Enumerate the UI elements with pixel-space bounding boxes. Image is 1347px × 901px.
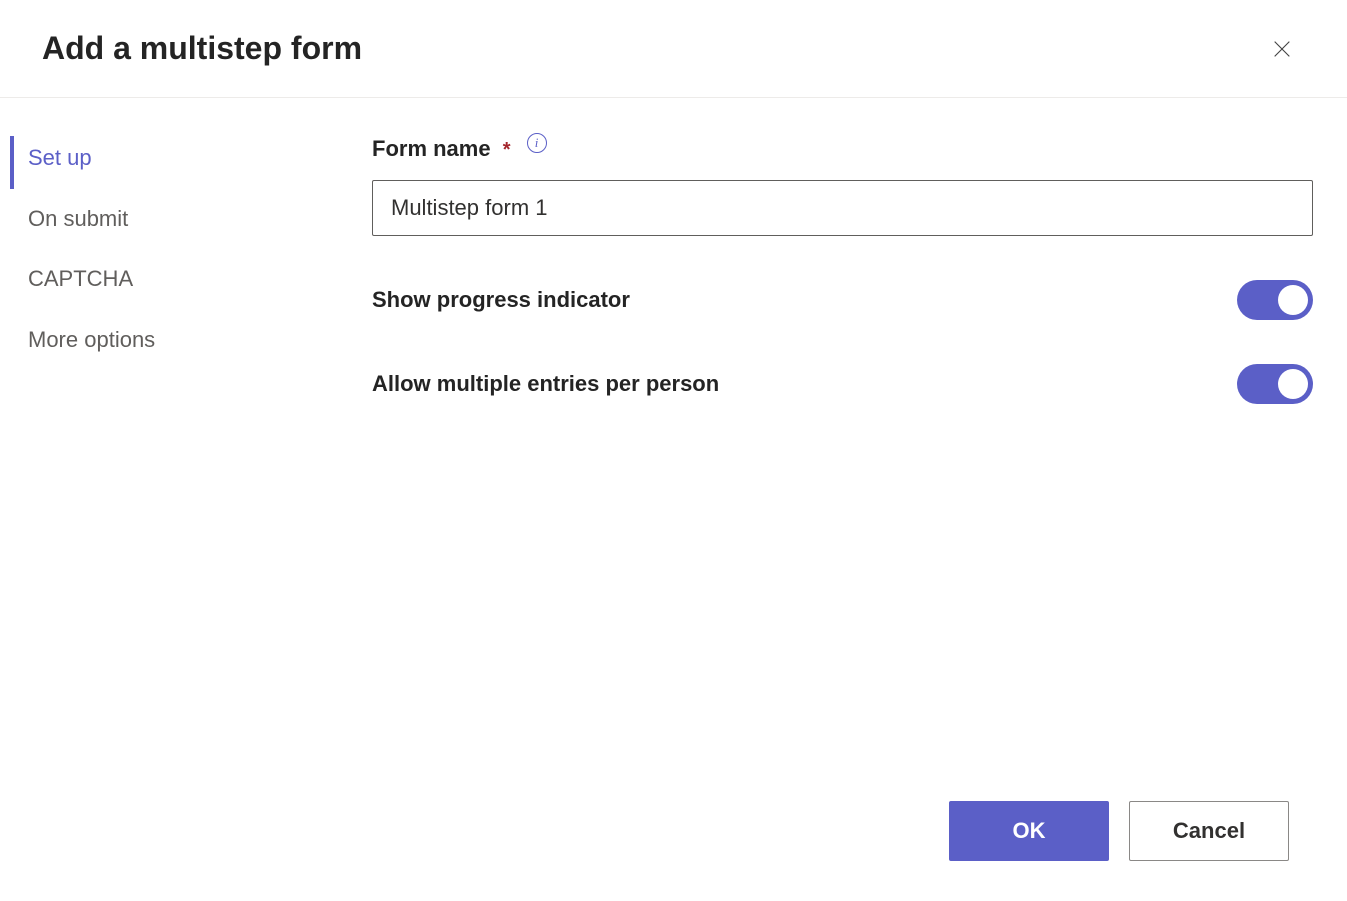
dialog-body: Set up On submit CAPTCHA More options Fo…	[0, 98, 1347, 801]
form-name-input[interactable]	[372, 180, 1313, 236]
form-name-label-row: Form name * i	[372, 136, 1313, 162]
ok-button[interactable]: OK	[949, 801, 1109, 861]
allow-multiple-toggle[interactable]	[1237, 364, 1313, 404]
allow-multiple-label: Allow multiple entries per person	[372, 371, 719, 397]
sidebar-item-label: On submit	[28, 206, 128, 231]
sidebar-item-set-up[interactable]: Set up	[10, 136, 372, 189]
allow-multiple-row: Allow multiple entries per person	[372, 364, 1313, 404]
show-progress-toggle[interactable]	[1237, 280, 1313, 320]
add-multistep-form-dialog: Add a multistep form Set up On submit CA…	[0, 0, 1347, 901]
dialog-title: Add a multistep form	[42, 30, 362, 67]
info-icon[interactable]: i	[527, 133, 547, 153]
close-icon	[1271, 38, 1293, 60]
sidebar-item-label: More options	[28, 327, 155, 352]
required-asterisk: *	[503, 139, 511, 161]
sidebar-item-label: Set up	[28, 145, 92, 170]
toggle-knob	[1278, 369, 1308, 399]
sidebar-item-on-submit[interactable]: On submit	[10, 189, 372, 250]
toggle-knob	[1278, 285, 1308, 315]
cancel-button[interactable]: Cancel	[1129, 801, 1289, 861]
form-name-label: Form name *	[372, 136, 511, 162]
sidebar-item-label: CAPTCHA	[28, 266, 133, 291]
dialog-footer: OK Cancel	[0, 801, 1347, 901]
main-panel: Form name * i Show progress indicator Al…	[372, 136, 1347, 801]
sidebar: Set up On submit CAPTCHA More options	[0, 136, 372, 801]
sidebar-item-captcha[interactable]: CAPTCHA	[10, 249, 372, 310]
show-progress-row: Show progress indicator	[372, 280, 1313, 320]
sidebar-item-more-options[interactable]: More options	[10, 310, 372, 371]
show-progress-label: Show progress indicator	[372, 287, 630, 313]
close-button[interactable]	[1265, 32, 1299, 66]
form-name-label-text: Form name	[372, 136, 491, 161]
dialog-header: Add a multistep form	[0, 0, 1347, 98]
